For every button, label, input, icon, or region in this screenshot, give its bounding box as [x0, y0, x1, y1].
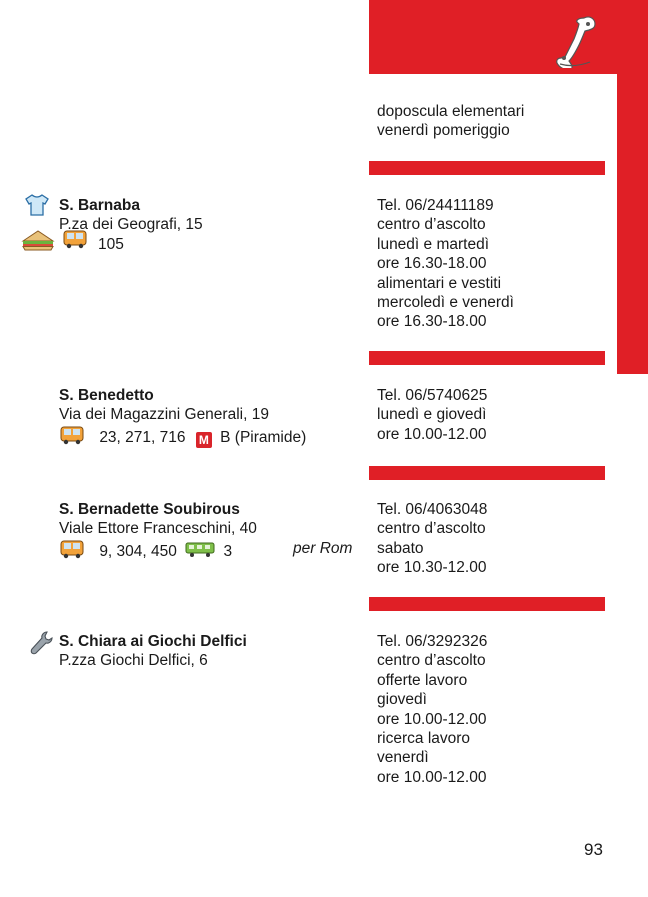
entry-address: Via dei Magazzini Generali, 19 — [59, 406, 269, 424]
info-line: doposcula elementari — [377, 103, 525, 120]
entry-s-barnaba: S. Barnaba P.za dei Geografi, 15 105 — [59, 196, 364, 254]
right-edge-red-tab — [617, 74, 648, 374]
phone-icon — [554, 14, 598, 73]
info-line: lunedì e giovedì — [377, 406, 487, 424]
info-line: ore 16.30-18.00 — [377, 313, 487, 331]
info-line: mercoledì e venerdì — [377, 294, 514, 312]
bus-routes: 9, 304, 450 — [99, 542, 177, 560]
info-line: ore 10.00-12.00 — [377, 425, 487, 443]
info-line: venerdì pomeriggio — [377, 122, 510, 140]
entry-s-chiara-info: Tel. 06/3292326 centro d’ascolto offerte… — [377, 632, 605, 787]
entry-name: S. Barnaba — [59, 197, 140, 214]
entry-s-benedetto-info: Tel. 06/5740625 lunedì e giovedì ore 10.… — [377, 386, 605, 444]
wrench-icon — [30, 630, 54, 661]
info-line: centro d’ascolto — [377, 520, 486, 538]
bus-routes: 105 — [98, 235, 124, 253]
info-line: ore 10.30-12.00 — [377, 559, 487, 577]
top-block-info: doposcula elementari venerdì pomeriggio — [377, 102, 605, 141]
entry-s-bernadette-soubirous: S. Bernadette Soubirous Viale Ettore Fra… — [59, 500, 364, 564]
entry-address: Viale Ettore Franceschini, 40 — [59, 520, 257, 538]
bus-icon — [59, 539, 85, 564]
page-number: 93 — [584, 840, 603, 859]
info-line: Tel. 06/5740625 — [377, 387, 488, 404]
entry-address: P.za dei Geografi, 15 — [59, 216, 203, 234]
metro-icon: M — [195, 431, 212, 448]
info-line: ore 16.30-18.00 — [377, 255, 487, 273]
info-line: centro d’ascolto — [377, 652, 486, 670]
entry-address: P.zza Giochi Delfici, 6 — [59, 652, 208, 670]
metro-line: B (Piramide) — [220, 428, 307, 446]
entry-name: S. Bernadette Soubirous — [59, 501, 240, 518]
entry-name: S. Benedetto — [59, 387, 154, 404]
info-line: venerdì — [377, 749, 429, 767]
bus-routes: 23, 271, 716 — [99, 428, 186, 446]
separator-bar — [369, 351, 605, 365]
bus-icon — [59, 425, 85, 450]
info-line: sabato — [377, 539, 424, 557]
info-line: ore 10.00-12.00 — [377, 710, 487, 728]
info-line: giovedì — [377, 691, 427, 709]
sandwich-icon — [21, 229, 55, 256]
info-line: Tel. 06/4063048 — [377, 501, 488, 518]
info-line: Tel. 06/3292326 — [377, 633, 488, 650]
separator-bar — [369, 466, 605, 480]
separator-bar — [369, 161, 605, 175]
info-line: alimentari e vestiti — [377, 274, 502, 292]
info-line: ore 10.00-12.00 — [377, 768, 487, 786]
header-red-block — [369, 0, 648, 74]
tram-icon — [185, 540, 215, 563]
entry-name: S. Chiara ai Giochi Delfici — [59, 633, 247, 650]
entry-s-bernadette-info: Tel. 06/4063048 centro d’ascolto sabato … — [377, 500, 605, 578]
entry-s-chiara: S. Chiara ai Giochi Delfici P.zza Giochi… — [59, 632, 364, 671]
separator-bar — [369, 597, 605, 611]
info-line: Tel. 06/24411189 — [377, 197, 494, 214]
info-line: ricerca lavoro — [377, 730, 471, 748]
shirt-icon — [24, 194, 50, 221]
info-line: centro d’ascolto — [377, 216, 486, 234]
entry-s-barnaba-info: Tel. 06/24411189 centro d’ascolto lunedì… — [377, 196, 605, 332]
info-line: offerte lavoro — [377, 671, 468, 689]
tram-routes: 3 — [223, 542, 233, 560]
entry-s-benedetto: S. Benedetto Via dei Magazzini Generali,… — [59, 386, 364, 450]
info-line: lunedì e martedì — [377, 235, 490, 253]
entry-note: per Rom — [293, 539, 353, 557]
